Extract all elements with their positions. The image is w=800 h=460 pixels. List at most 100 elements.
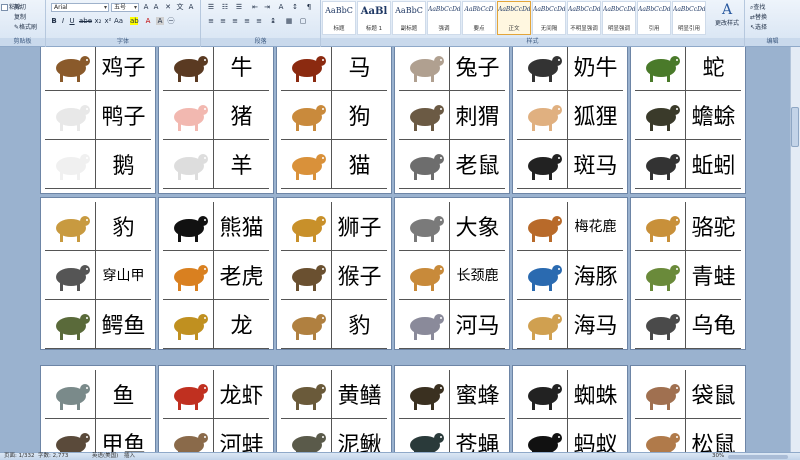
- table-cell[interactable]: 猴子: [281, 251, 387, 300]
- animal-word[interactable]: 豹: [95, 202, 151, 250]
- table-cell[interactable]: 猫: [281, 140, 387, 189]
- goat-picture[interactable]: [165, 144, 215, 184]
- table-cell[interactable]: 鳄鱼: [45, 300, 151, 349]
- table-cell[interactable]: 熊猫: [163, 202, 269, 251]
- table-cell[interactable]: 泥鳅: [281, 419, 387, 452]
- style-tile[interactable]: AaBbCcDd 明显引用: [672, 1, 706, 35]
- animal-word[interactable]: 狮子: [331, 202, 387, 250]
- table-cell[interactable]: 老虎: [163, 251, 269, 300]
- frog-picture[interactable]: [637, 255, 687, 295]
- table-cell[interactable]: 青蛙: [635, 251, 741, 300]
- animal-word[interactable]: 龙虾: [213, 370, 269, 418]
- page-counter[interactable]: 页面: 1/332: [4, 453, 34, 460]
- style-tile[interactable]: AaBbCcDd 强调: [427, 1, 461, 35]
- justify-button[interactable]: ≡: [243, 17, 251, 25]
- table-cell[interactable]: 松鼠: [635, 419, 741, 452]
- font-family-select[interactable]: Arial: [51, 3, 109, 12]
- animal-word[interactable]: 苍蝇: [449, 419, 505, 452]
- document-page[interactable]: 袋鼠 松鼠: [630, 365, 746, 452]
- document-page[interactable]: 梅花鹿 海豚 海马: [512, 197, 628, 350]
- vertical-scrollbar[interactable]: [790, 47, 800, 452]
- fox-picture[interactable]: [519, 95, 569, 135]
- clear-format-button[interactable]: ✕: [164, 3, 172, 11]
- animal-word[interactable]: 穿山甲: [95, 251, 151, 299]
- document-page[interactable]: 牛猪羊: [158, 47, 274, 194]
- table-cell[interactable]: 狮子: [281, 202, 387, 251]
- table-cell[interactable]: 豹: [45, 202, 151, 251]
- select-button[interactable]: ↖选择: [750, 22, 767, 31]
- table-cell[interactable]: 乌龟: [635, 300, 741, 349]
- rat-picture[interactable]: [401, 144, 451, 184]
- table-cell[interactable]: 鹅: [45, 140, 151, 189]
- table-cell[interactable]: 龙虾: [163, 370, 269, 419]
- decrease-indent-button[interactable]: ⇤: [251, 3, 259, 11]
- format-painter-button[interactable]: ✎格式刷: [14, 22, 37, 31]
- table-cell[interactable]: 蛇: [635, 47, 741, 91]
- grow-font-button[interactable]: A: [142, 3, 150, 11]
- giraffe-picture[interactable]: [401, 255, 451, 295]
- document-page[interactable]: 蜘蛛 蚂蚁: [512, 365, 628, 452]
- hedgehog-picture[interactable]: [401, 95, 451, 135]
- table-cell[interactable]: 甲鱼: [45, 419, 151, 452]
- increase-indent-button[interactable]: ⇥: [263, 3, 271, 11]
- strikethrough-button[interactable]: abe: [79, 17, 92, 25]
- loach-picture[interactable]: [283, 423, 333, 452]
- monkey-picture[interactable]: [283, 255, 333, 295]
- style-tile[interactable]: AaBbCcDd 正文: [497, 1, 531, 35]
- table-cell[interactable]: 猪: [163, 91, 269, 140]
- style-tile[interactable]: AaBbCcDd 无间隔: [532, 1, 566, 35]
- table-cell[interactable]: 河蚌: [163, 419, 269, 452]
- animal-word[interactable]: 兔子: [449, 47, 505, 90]
- document-area[interactable]: 鸡子 鸭子鹅牛猪羊马狗猫兔子 刺猬 老鼠 奶牛 狐狸 斑马蛇蟾蜍 蚯蚓豹穿山甲 鳄鱼 熊猫 老虎龙狮…: [0, 47, 800, 452]
- lion-picture[interactable]: [283, 206, 333, 246]
- document-page[interactable]: 狮子 猴子豹: [276, 197, 392, 350]
- align-right-button[interactable]: ≡: [231, 17, 239, 25]
- table-cell[interactable]: 兔子: [399, 47, 505, 91]
- chinese-layout-button[interactable]: A: [277, 3, 285, 11]
- char-border-button[interactable]: A: [187, 3, 195, 11]
- mussel-picture[interactable]: [165, 423, 215, 452]
- camel-picture[interactable]: [637, 206, 687, 246]
- lobster-picture[interactable]: [165, 374, 215, 414]
- document-page[interactable]: 鱼甲鱼: [40, 365, 156, 452]
- animal-word[interactable]: 龙: [213, 300, 269, 348]
- animal-word[interactable]: 乌龟: [685, 300, 741, 348]
- find-button[interactable]: ⌕查找: [750, 2, 765, 12]
- animal-word[interactable]: 长颈鹿: [449, 251, 505, 299]
- animal-word[interactable]: 鸡子: [95, 47, 151, 90]
- animal-word[interactable]: 袋鼠: [685, 370, 741, 418]
- kangaroo-picture[interactable]: [637, 374, 687, 414]
- animal-word[interactable]: 羊: [213, 140, 269, 188]
- animal-word[interactable]: 蚯蚓: [685, 140, 741, 188]
- deer-picture[interactable]: [519, 206, 569, 246]
- document-page[interactable]: 蜜蜂 苍蝇: [394, 365, 510, 452]
- animal-word[interactable]: 蟾蜍: [685, 91, 741, 139]
- document-page[interactable]: 奶牛 狐狸 斑马: [512, 47, 628, 194]
- table-cell[interactable]: 海豚: [517, 251, 623, 300]
- shrink-font-button[interactable]: A: [152, 3, 160, 11]
- language-indicator[interactable]: 英语(美国): [92, 453, 118, 460]
- animal-word[interactable]: 猴子: [331, 251, 387, 299]
- subscript-button[interactable]: x₂: [94, 17, 102, 25]
- table-cell[interactable]: 苍蝇: [399, 419, 505, 452]
- copy-button[interactable]: 复制: [14, 12, 26, 21]
- word-count[interactable]: 字数: 2,773: [38, 453, 68, 460]
- dairy-cow-picture[interactable]: [519, 47, 569, 86]
- ant-picture[interactable]: [519, 423, 569, 452]
- zoom-slider[interactable]: [728, 455, 788, 459]
- animal-word[interactable]: 大象: [449, 202, 505, 250]
- superscript-button[interactable]: x²: [104, 17, 112, 25]
- eel-picture[interactable]: [283, 374, 333, 414]
- tiger-picture[interactable]: [165, 255, 215, 295]
- animal-word[interactable]: 鱼: [95, 370, 151, 418]
- animal-word[interactable]: 蜜蜂: [449, 370, 505, 418]
- animal-word[interactable]: 河马: [449, 300, 505, 348]
- seahorse-picture[interactable]: [519, 304, 569, 344]
- snake-picture[interactable]: [637, 47, 687, 86]
- animal-word[interactable]: 蛇: [685, 47, 741, 90]
- horse-picture[interactable]: [283, 47, 333, 86]
- toad-picture[interactable]: [637, 95, 687, 135]
- table-cell[interactable]: 羊: [163, 140, 269, 189]
- document-page[interactable]: 兔子 刺猬 老鼠: [394, 47, 510, 194]
- align-center-button[interactable]: ≡: [219, 17, 227, 25]
